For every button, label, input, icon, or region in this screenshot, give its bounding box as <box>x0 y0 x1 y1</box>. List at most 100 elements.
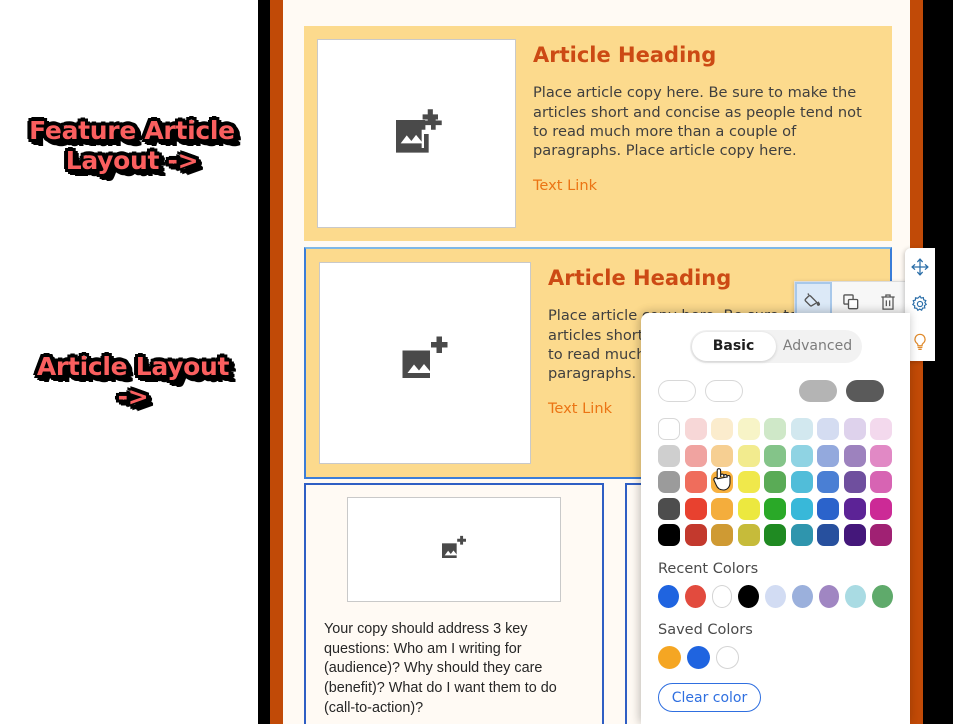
color-swatch-r2-c8[interactable] <box>843 444 866 467</box>
color-swatch-r5-c9[interactable] <box>870 524 892 546</box>
article-column-1[interactable]: Your copy should address 3 key questions… <box>304 483 604 724</box>
settings-button[interactable] <box>910 294 930 314</box>
page-rail-left <box>270 0 283 724</box>
color-swatch-r4-c4[interactable] <box>737 497 760 520</box>
image-placeholder-2[interactable] <box>319 262 531 464</box>
annotation-feature-article-layout: Feature Article Layout -> <box>27 114 238 178</box>
tab-basic[interactable]: Basic <box>691 332 776 361</box>
saved-colors-row[interactable] <box>658 646 893 669</box>
add-image-icon <box>442 535 466 558</box>
image-placeholder-1[interactable] <box>317 39 516 228</box>
color-swatch-r2-c9[interactable] <box>870 444 892 467</box>
neutral-swatch-2[interactable] <box>705 380 743 402</box>
feature-article-block-1[interactable]: Article Heading Place article copy here.… <box>304 26 892 241</box>
color-swatch-r4-c2[interactable] <box>684 497 707 520</box>
recent-color-swatch-8[interactable] <box>845 585 867 608</box>
image-placeholder-col-1[interactable] <box>347 497 561 602</box>
saved-color-swatch-2[interactable] <box>687 646 710 669</box>
duplicate-icon <box>842 294 858 310</box>
move-arrows-icon <box>911 258 929 276</box>
recent-color-swatch-2[interactable] <box>684 585 706 608</box>
color-swatch-r1-c9[interactable] <box>870 418 892 440</box>
lightbulb-icon <box>914 333 926 351</box>
saved-color-swatch-1[interactable] <box>658 646 681 669</box>
recent-color-swatch-7[interactable] <box>818 585 840 608</box>
color-swatch-r5-c4[interactable] <box>737 524 760 546</box>
color-swatch-r4-c7[interactable] <box>817 497 839 520</box>
color-swatch-r3-c6[interactable] <box>790 471 813 493</box>
gear-icon <box>912 295 928 312</box>
color-swatch-r4-c8[interactable] <box>843 497 866 520</box>
color-swatch-r1-c8[interactable] <box>843 418 866 440</box>
color-swatch-r5-c7[interactable] <box>817 524 839 546</box>
recent-color-swatch-6[interactable] <box>791 585 813 608</box>
color-swatch-r4-c9[interactable] <box>870 497 892 520</box>
neutral-swatch-5[interactable] <box>846 380 884 402</box>
color-swatch-r3-c4[interactable] <box>737 471 760 493</box>
color-swatch-r1-c2[interactable] <box>684 418 707 440</box>
color-swatch-r3-c7[interactable] <box>817 471 839 493</box>
color-swatch-r4-c3[interactable] <box>711 497 733 520</box>
color-swatch-r2-c2[interactable] <box>684 444 707 467</box>
color-swatch-r3-c1[interactable] <box>658 471 680 493</box>
color-swatch-r1-c4[interactable] <box>737 418 760 440</box>
color-swatch-r3-c8[interactable] <box>843 471 866 493</box>
color-swatch-r4-c5[interactable] <box>764 497 786 520</box>
color-swatch-r3-c5[interactable] <box>764 471 786 493</box>
add-image-icon <box>402 336 448 378</box>
color-swatch-r2-c5[interactable] <box>764 444 786 467</box>
tips-button[interactable] <box>910 332 930 352</box>
article-copy-1[interactable]: Place article copy here. Be sure to make… <box>533 83 879 161</box>
color-picker-panel[interactable]: Basic Advanced Recent Colors Saved Color… <box>641 313 910 724</box>
tab-advanced[interactable]: Advanced <box>776 332 860 361</box>
article-text-link-1[interactable]: Text Link <box>533 177 597 194</box>
clear-color-button[interactable]: Clear color <box>658 683 761 712</box>
color-mode-tabs[interactable]: Basic Advanced <box>689 330 862 363</box>
recent-color-swatch-3[interactable] <box>711 585 733 608</box>
color-swatch-r5-c2[interactable] <box>684 524 707 546</box>
paint-bucket-icon <box>804 293 820 307</box>
recent-colors-row[interactable] <box>658 585 893 608</box>
color-swatch-r5-c8[interactable] <box>843 524 866 546</box>
color-swatch-r1-c6[interactable] <box>790 418 813 440</box>
color-swatch-r1-c3[interactable] <box>711 418 733 440</box>
color-swatch-r1-c7[interactable] <box>817 418 839 440</box>
color-swatch-r5-c6[interactable] <box>790 524 813 546</box>
color-swatch-r1-c5[interactable] <box>764 418 786 440</box>
color-swatch-r2-c7[interactable] <box>817 444 839 467</box>
recent-color-swatch-9[interactable] <box>872 585 893 608</box>
recent-colors-label: Recent Colors <box>658 561 759 577</box>
saved-color-swatch-3[interactable] <box>716 646 739 669</box>
recent-color-swatch-1[interactable] <box>658 585 679 608</box>
recent-color-swatch-4[interactable] <box>738 585 760 608</box>
neutral-swatch-3[interactable] <box>752 380 790 402</box>
neutral-swatch-1[interactable] <box>658 380 696 402</box>
recent-color-swatch-5[interactable] <box>765 585 786 608</box>
screen-gutter-left <box>258 0 270 724</box>
color-swatch-r5-c3[interactable] <box>711 524 733 546</box>
article-heading-1[interactable]: Article Heading <box>533 43 879 67</box>
add-image-icon <box>395 108 442 153</box>
saved-colors-label: Saved Colors <box>658 622 753 638</box>
color-swatch-grid[interactable] <box>658 418 893 546</box>
color-swatch-r2-c3[interactable] <box>711 444 733 467</box>
color-swatch-r4-c1[interactable] <box>658 497 680 520</box>
color-swatch-r1-c1[interactable] <box>658 418 680 440</box>
page-rail-right <box>910 0 923 724</box>
color-swatch-r5-c1[interactable] <box>658 524 680 546</box>
color-swatch-r4-c6[interactable] <box>790 497 813 520</box>
color-swatch-r2-c4[interactable] <box>737 444 760 467</box>
article-column-copy-1[interactable]: Your copy should address 3 key questions… <box>324 620 584 719</box>
color-swatch-r3-c9[interactable] <box>870 471 892 493</box>
neutral-swatch-row[interactable] <box>658 380 893 402</box>
color-swatch-r5-c5[interactable] <box>764 524 786 546</box>
color-swatch-r3-c3[interactable] <box>711 471 733 493</box>
color-swatch-r3-c2[interactable] <box>684 471 707 493</box>
color-swatch-r2-c6[interactable] <box>790 444 813 467</box>
article-text-link-2[interactable]: Text Link <box>548 400 612 417</box>
color-swatch-r2-c1[interactable] <box>658 444 680 467</box>
annotation-article-layout: Article Layout -> <box>34 350 232 414</box>
move-button[interactable] <box>910 257 930 277</box>
annotation-canvas: Feature Article Layout -> Article Layout… <box>0 0 258 724</box>
neutral-swatch-4[interactable] <box>799 380 837 402</box>
